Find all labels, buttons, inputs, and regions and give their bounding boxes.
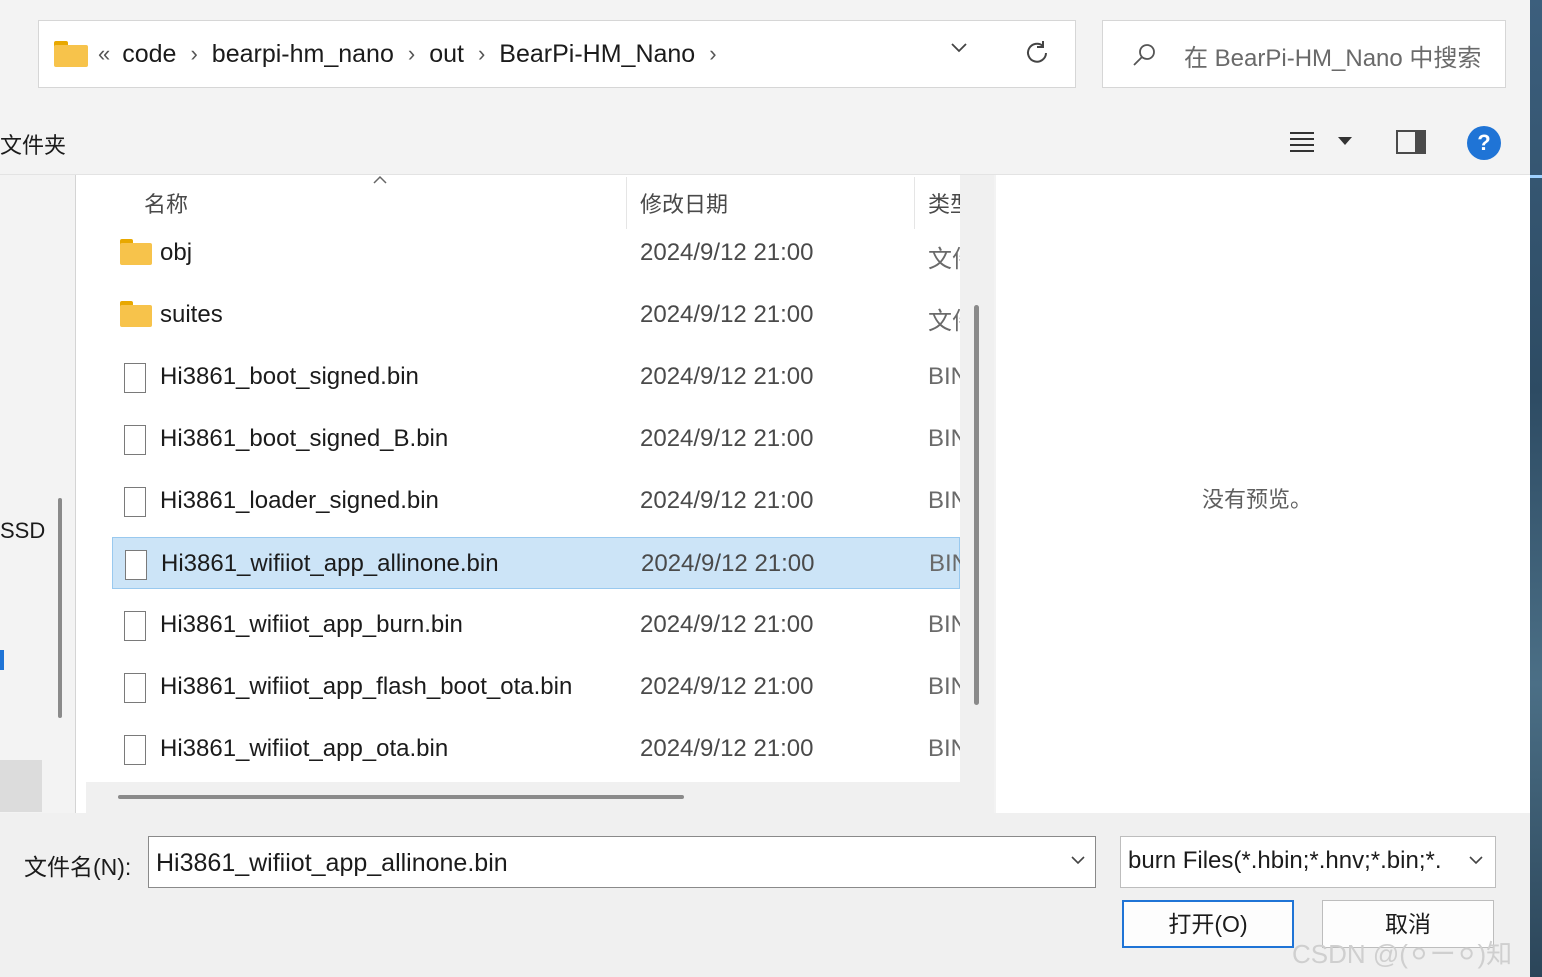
breadcrumb: « code › bearpi-hm_nano › out › BearPi-H… [54,20,731,88]
file-icon [120,487,146,517]
open-button[interactable]: 打开(O) [1122,900,1294,948]
search-input[interactable]: 在 BearPi-HM_Nano 中搜索 [1184,38,1481,73]
filetype-chevron-down-icon[interactable] [1466,850,1486,876]
filename-history-chevron-down-icon[interactable] [1068,850,1088,876]
vertical-scrollbar[interactable] [974,305,979,705]
file-row[interactable]: Hi3861_wifiiot_app_allinone.bin 2024/9/12… [112,537,961,589]
column-divider[interactable] [626,177,627,229]
filename-value[interactable]: Hi3861_wifiiot_app_allinone.bin [156,849,508,878]
file-icon [120,673,146,703]
file-type: 文件夹 [928,308,960,335]
filename-label: 文件名(N): [24,854,132,880]
file-name: obj [160,239,193,266]
breadcrumb-item-out[interactable]: out [429,40,464,69]
nav-item-marker [0,650,4,670]
file-type: BIN [928,425,960,452]
breadcrumb-item-code[interactable]: code [122,40,176,69]
file-type: BIN [928,673,960,700]
file-name: Hi3861_boot_signed.bin [160,363,419,390]
refresh-icon[interactable] [1022,38,1052,68]
address-history-chevron-down-icon[interactable] [948,36,970,64]
file-modified-date: 2024/9/12 21:00 [640,239,814,266]
file-type: BIN [928,487,960,514]
file-row[interactable]: Hi3861_wifiiot_app_burn.bin 2024/9/12 21:… [112,599,960,651]
file-type: BIN [928,611,960,638]
file-type: BIN [929,550,961,577]
desktop-background [1530,0,1542,977]
file-row[interactable]: Hi3861_wifiiot_app_ota.bin 2024/9/12 21:0… [112,723,960,775]
search-icon [1130,40,1160,70]
navigation-pane [0,175,44,813]
breadcrumb-item-bearpi-hm-nano-out[interactable]: BearPi-HM_Nano [499,40,695,69]
breadcrumb-item-bearpi-hm-nano[interactable]: bearpi-hm_nano [212,40,394,69]
file-row[interactable]: Hi3861_wifiiot_app_flash_boot_ota.bin 202… [112,661,960,713]
file-modified-date: 2024/9/12 21:00 [640,487,814,514]
chevron-right-icon[interactable]: › [190,41,197,67]
column-header-modified[interactable]: 修改日期 [640,187,728,219]
file-modified-date: 2024/9/12 21:00 [640,673,814,700]
file-name: Hi3861_wifiiot_app_flash_boot_ota.bin [160,673,573,700]
chevron-right-icon[interactable]: › [408,41,415,67]
file-row[interactable]: obj 2024/9/12 21:00 文件夹 [112,227,960,279]
chevron-right-icon[interactable]: › [478,41,485,67]
file-icon [120,611,146,641]
chevron-right-icon[interactable]: › [709,41,716,67]
column-divider[interactable] [914,177,915,229]
file-modified-date: 2024/9/12 21:00 [640,425,814,452]
column-header-type[interactable]: 类型 [928,187,960,219]
folder-icon [120,301,152,327]
file-name: Hi3861_wifiiot_app_ota.bin [160,735,449,762]
file-name: Hi3861_loader_signed.bin [160,487,439,514]
folder-icon [120,239,152,265]
file-name: Hi3861_boot_signed_B.bin [160,425,449,452]
file-modified-date: 2024/9/12 21:00 [641,550,815,577]
file-icon [120,425,146,455]
file-modified-date: 2024/9/12 21:00 [640,301,814,328]
help-icon[interactable]: ? [1467,126,1501,160]
desktop-window-edge [1530,175,1542,178]
list-view-icon[interactable] [1290,130,1314,152]
file-row[interactable]: Hi3861_boot_signed.bin 2024/9/12 21:00 BIN [112,351,960,403]
file-icon [120,735,146,765]
view-options-dropdown-icon[interactable] [1336,134,1354,153]
nav-item-ssd[interactable]: SSD [0,518,45,544]
file-name: Hi3861_wifiiot_app_allinone.bin [161,550,499,577]
file-type: BIN [928,735,960,762]
preview-pane-icon[interactable] [1396,130,1426,154]
file-row[interactable]: suites 2024/9/12 21:00 文件夹 [112,289,960,341]
filetype-value[interactable]: burn Files(*.hbin;*.hnv;*.bin;*. [1128,847,1456,875]
folder-icon [54,41,88,67]
file-modified-date: 2024/9/12 21:00 [640,611,814,638]
nav-scrollbar[interactable] [58,498,62,718]
column-header-name[interactable]: 名称 [144,187,188,219]
file-name: suites [160,301,223,328]
file-row[interactable]: Hi3861_loader_signed.bin 2024/9/12 21:00 B… [112,475,960,527]
file-icon [121,550,147,580]
file-row[interactable]: Hi3861_boot_signed_B.bin 2024/9/12 21:00 B… [112,413,960,465]
file-modified-date: 2024/9/12 21:00 [640,735,814,762]
new-folder-button[interactable]: 文件夹 [0,128,66,160]
nav-item-selected[interactable] [0,760,42,812]
file-modified-date: 2024/9/12 21:00 [640,363,814,390]
file-name: Hi3861_wifiiot_app_burn.bin [160,611,463,638]
horizontal-scrollbar[interactable] [118,795,684,799]
file-icon [120,363,146,393]
file-type: BIN [928,363,960,390]
watermark: CSDN @(⚪ー⚪)知 [1292,939,1513,969]
preview-empty-text: 没有预览。 [1202,487,1313,512]
breadcrumb-overflow-icon[interactable]: « [98,41,110,67]
sort-ascending-icon [372,172,388,190]
file-type: 文件夹 [928,246,960,273]
